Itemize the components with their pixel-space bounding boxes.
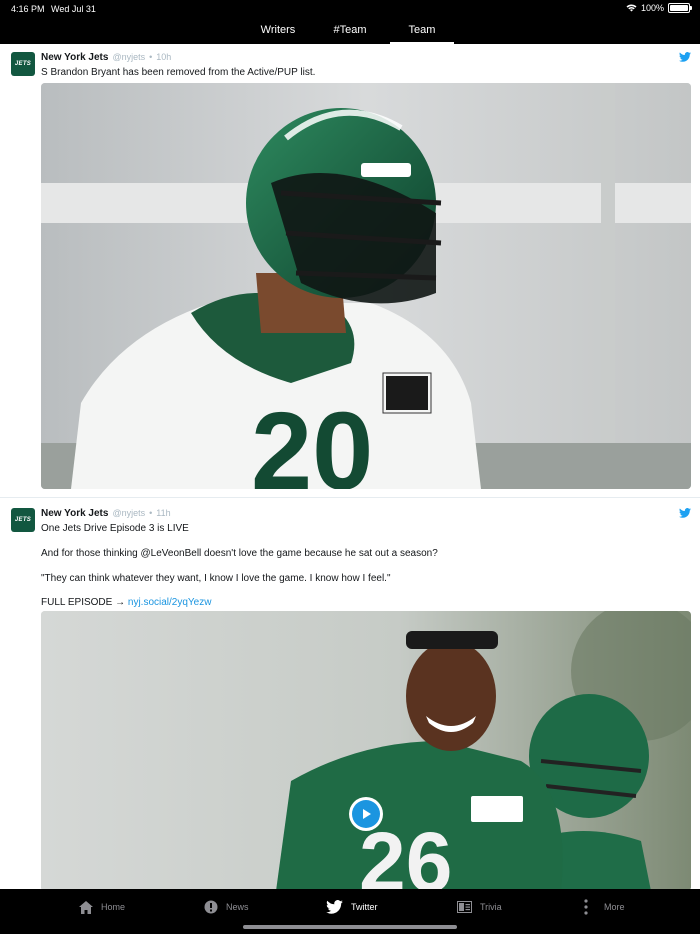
twitter-bird-icon (326, 900, 343, 914)
twitter-logo-icon[interactable] (679, 52, 691, 62)
tweet-feed[interactable]: JETS New York Jets @nyjets • 10h S Brand… (0, 44, 700, 889)
top-bar: 4:16 PM Wed Jul 31 100% Writers #Team Te… (0, 0, 700, 44)
tweet[interactable]: JETS New York Jets @nyjets • 10h S Brand… (0, 44, 700, 498)
bottom-tab-bar: Home News Twitter Trivia More (0, 889, 700, 934)
status-date: Wed Jul 31 (51, 4, 96, 14)
nav-home[interactable]: Home (79, 897, 125, 917)
tweet-author-handle[interactable]: @nyjets (112, 52, 145, 62)
nav-twitter-label: Twitter (351, 902, 378, 912)
separator-dot: • (149, 508, 153, 518)
wifi-icon (626, 4, 637, 12)
home-icon (79, 900, 93, 914)
nav-more-label: More (604, 902, 625, 912)
avatar[interactable]: JETS (11, 508, 35, 532)
tweet-link-line: FULL EPISODE → nyj.social/2yqYezw (41, 597, 211, 608)
tweet-header: New York Jets @nyjets • 10h (41, 52, 171, 63)
home-indicator[interactable] (243, 925, 457, 929)
svg-text:20: 20 (251, 390, 373, 489)
nav-trivia-label: Trivia (480, 902, 502, 912)
nav-twitter[interactable]: Twitter (326, 897, 378, 917)
tweet-video[interactable]: 26 (41, 611, 691, 889)
tab-hashtag-team[interactable]: #Team (314, 18, 386, 44)
status-time: 4:16 PM (11, 4, 45, 14)
nav-more[interactable]: More (584, 897, 625, 917)
tweet-header: New York Jets @nyjets • 11h (41, 508, 171, 519)
tweet-text-line: And for those thinking @LeVeonBell doesn… (41, 548, 438, 559)
tweet-photo[interactable]: 20 (41, 83, 691, 489)
tab-team[interactable]: Team (386, 18, 458, 44)
news-icon (204, 900, 218, 914)
tweet[interactable]: JETS New York Jets @nyjets • 11h One Jet… (0, 500, 700, 889)
avatar-logo-text: JETS (14, 61, 32, 67)
tweet-timestamp: 11h (156, 508, 171, 518)
nav-news-label: News (226, 902, 249, 912)
tab-writers[interactable]: Writers (242, 18, 314, 44)
player-photo-image: 20 (41, 83, 691, 489)
tweet-author-name[interactable]: New York Jets (41, 52, 108, 63)
tweet-text: S Brandon Bryant has been removed from t… (41, 67, 316, 78)
nav-trivia[interactable]: Trivia (457, 897, 502, 917)
nav-news[interactable]: News (204, 897, 249, 917)
twitter-logo-icon[interactable] (679, 508, 691, 518)
nav-home-label: Home (101, 902, 126, 912)
episode-link[interactable]: nyj.social/2yqYezw (128, 597, 212, 608)
tweet-timestamp: 10h (156, 52, 172, 62)
battery-percent: 100% (640, 3, 664, 13)
video-thumbnail-image: 26 (41, 611, 691, 889)
separator-dot: • (149, 52, 153, 62)
tweet-author-handle[interactable]: @nyjets (112, 508, 145, 518)
tweet-text-line: One Jets Drive Episode 3 is LIVE (41, 523, 189, 534)
feed-tabs: Writers #Team Team (0, 18, 700, 44)
link-prefix: FULL EPISODE → (41, 597, 126, 608)
status-right: 100% (626, 3, 692, 13)
avatar-logo-text: JETS (14, 517, 32, 523)
trivia-icon (457, 901, 472, 913)
more-icon (584, 899, 588, 915)
tweet-text-line: "They can think whatever they want, I kn… (41, 573, 391, 584)
play-video-button[interactable] (349, 797, 383, 831)
play-icon (352, 800, 380, 828)
tweet-author-name[interactable]: New York Jets (41, 508, 108, 519)
status-bar: 4:16 PM Wed Jul 31 100% (0, 0, 700, 18)
battery-icon (668, 3, 692, 13)
avatar[interactable]: JETS (11, 52, 35, 76)
